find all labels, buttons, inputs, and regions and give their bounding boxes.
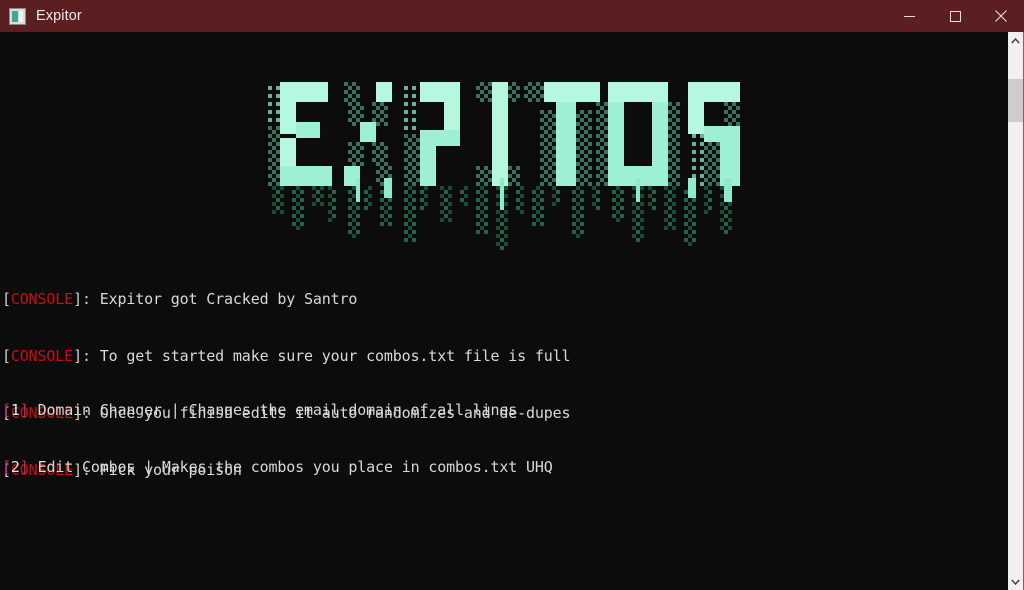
scroll-up-button[interactable] <box>1008 32 1023 49</box>
menu-option-description: Changes the email domain of all lines <box>188 401 518 419</box>
menu-option-description: Makes the combos you place in combos.txt… <box>161 458 553 476</box>
scrollbar-track[interactable] <box>1008 49 1023 573</box>
menu-options: [1] Domain Changer | Changes the email d… <box>2 363 553 515</box>
menu-option-label: Domain Changer <box>37 401 162 419</box>
menu-option-separator: | <box>161 401 189 419</box>
app-window: Expitor [CONSOLE]: Expitor got Cracked b… <box>0 0 1024 590</box>
ascii-banner-expitor <box>268 77 740 255</box>
close-icon <box>995 10 1007 22</box>
minimize-icon <box>903 15 915 17</box>
minimize-button[interactable] <box>886 0 932 32</box>
menu-option-separator: | <box>135 458 162 476</box>
console-label: CONSOLE <box>10 290 74 308</box>
maximize-icon <box>949 10 961 22</box>
window-controls <box>886 0 1024 32</box>
menu-bracket-open: [ <box>2 458 11 476</box>
window-title: Expitor <box>36 8 82 24</box>
menu-option-number: 1 <box>10 401 20 419</box>
scrollbar-thumb[interactable] <box>1008 79 1023 122</box>
menu-bracket-open: [ <box>2 401 11 419</box>
app-window-icon <box>9 7 26 25</box>
console-bracket-open: [ <box>2 290 11 308</box>
menu-option-2[interactable]: [2] Edit Combos | Makes the combos you p… <box>2 458 553 477</box>
chevron-down-icon <box>1011 579 1020 585</box>
scroll-down-button[interactable] <box>1008 573 1023 590</box>
title-bar: Expitor <box>0 0 1024 32</box>
menu-bracket-close: ] <box>19 401 29 419</box>
console-bracket-close: ]: <box>73 290 100 308</box>
vertical-scrollbar[interactable] <box>1008 32 1024 590</box>
menu-option-1[interactable]: [1] Domain Changer | Changes the email d… <box>2 401 553 420</box>
console-message: Expitor got Cracked by Santro <box>99 290 358 308</box>
terminal-output[interactable]: [CONSOLE]: Expitor got Cracked by Santro… <box>0 32 1008 590</box>
menu-option-number: 2 <box>10 458 20 476</box>
chevron-up-icon <box>1011 37 1020 43</box>
menu-bracket-close: ] <box>19 458 29 476</box>
menu-option-label: Edit Combos <box>37 458 136 476</box>
console-line: [CONSOLE]: Expitor got Cracked by Santro <box>2 290 570 309</box>
maximize-button[interactable] <box>932 0 978 32</box>
close-button[interactable] <box>978 0 1024 32</box>
